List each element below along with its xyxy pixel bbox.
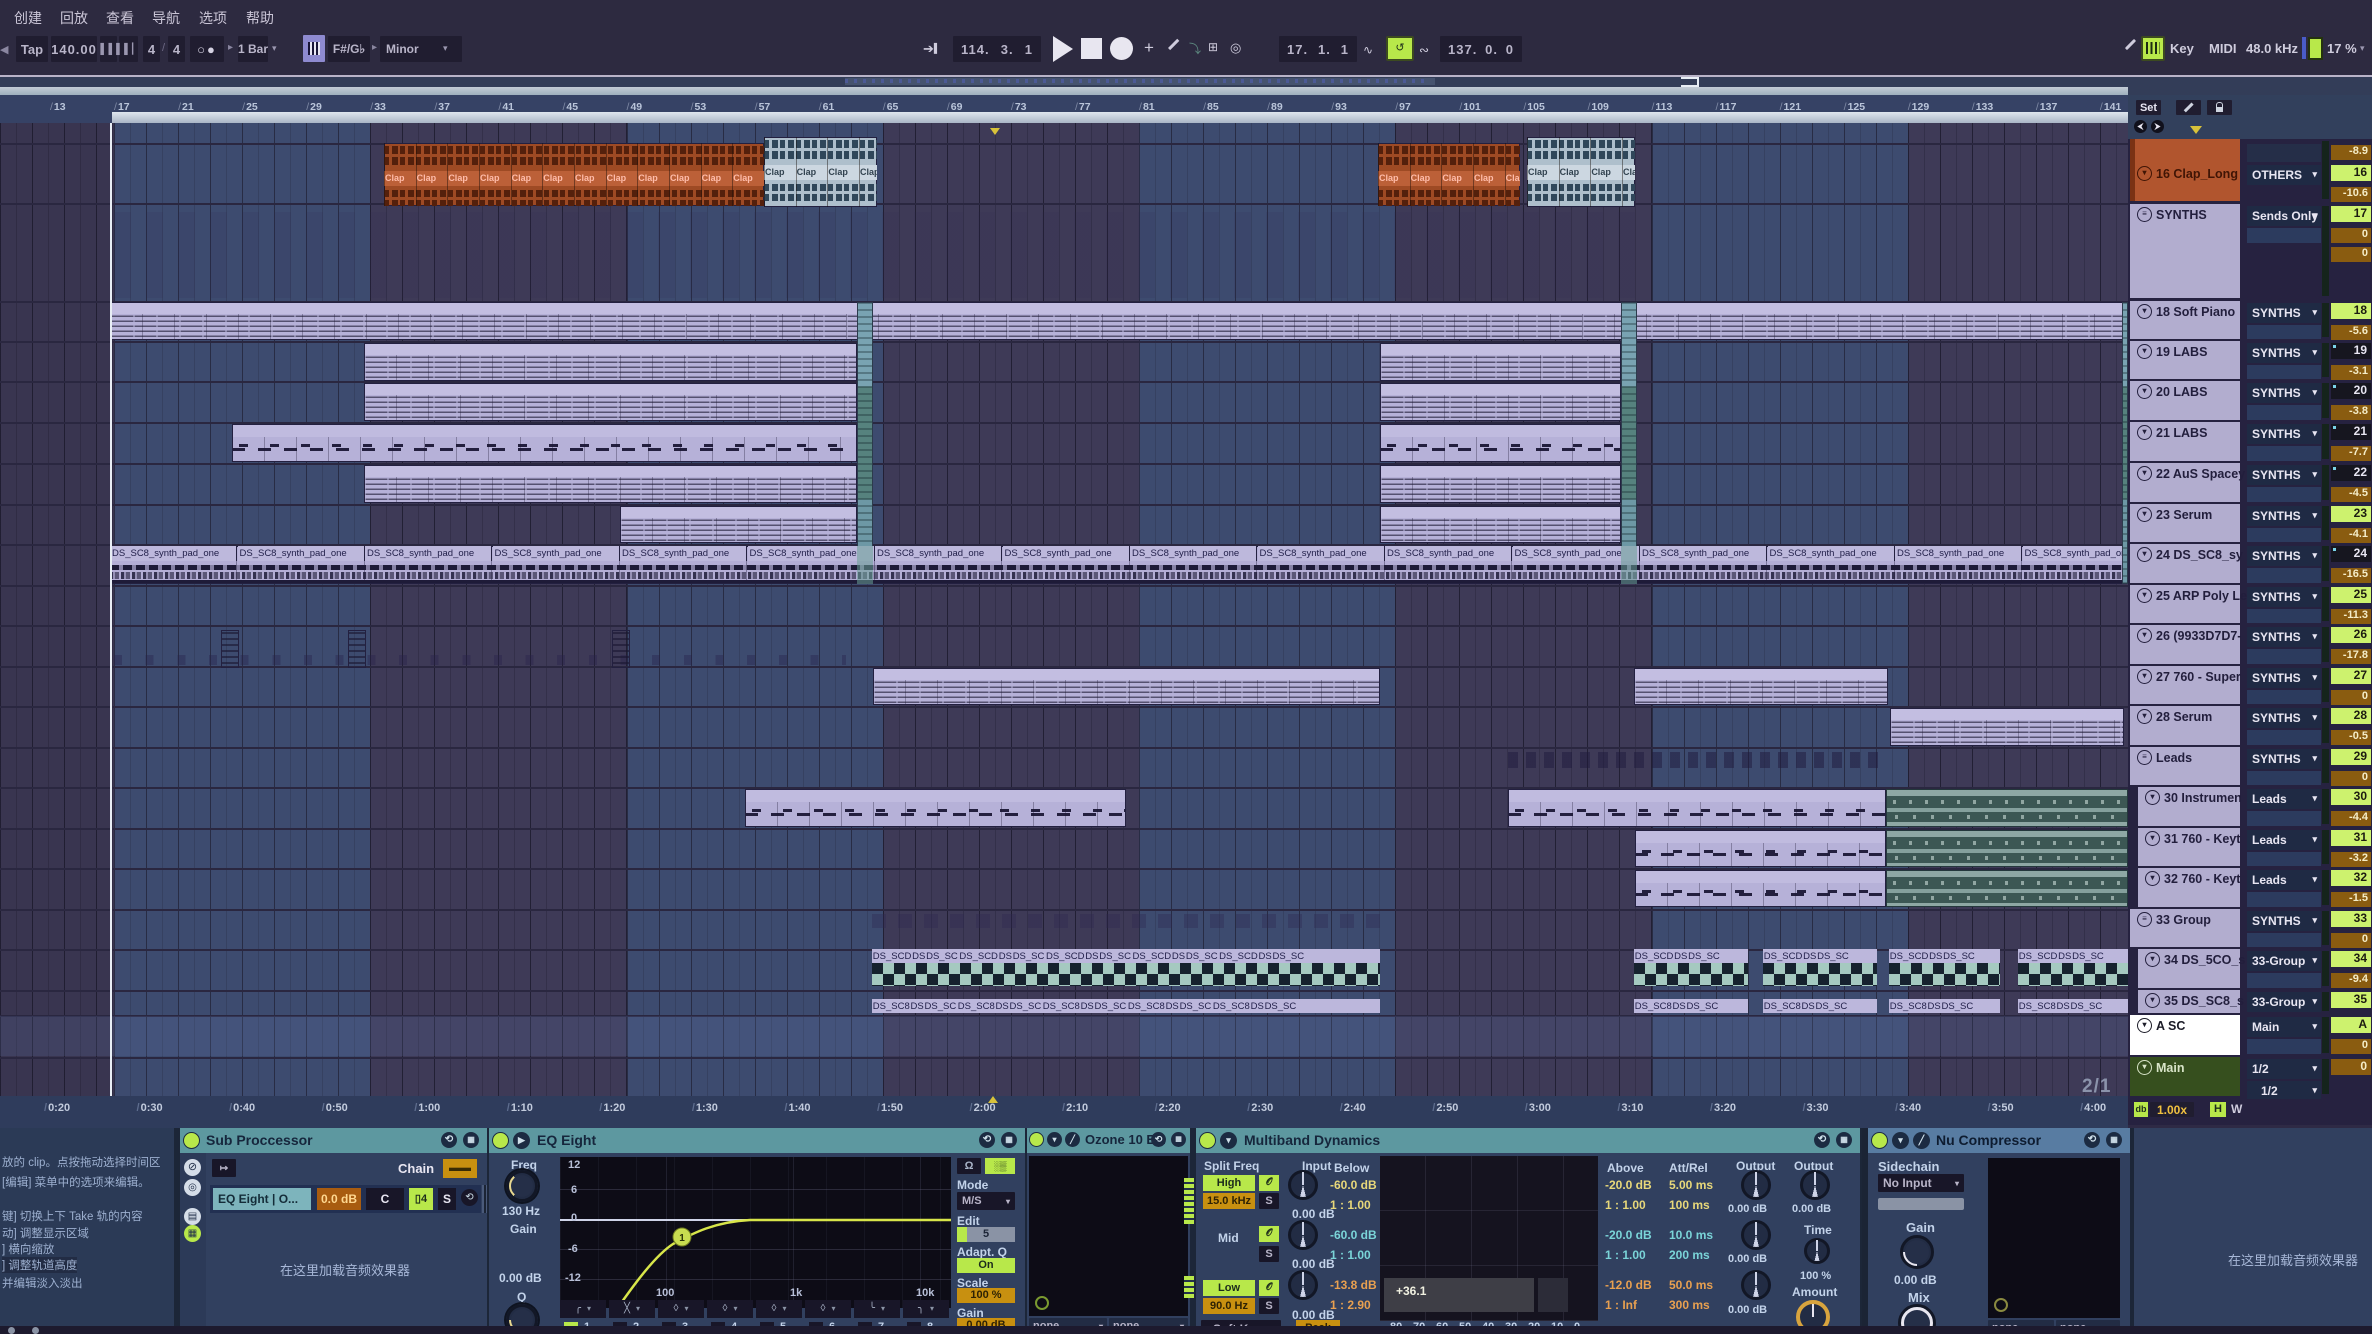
svg-text:1: 1 [679,1233,685,1244]
